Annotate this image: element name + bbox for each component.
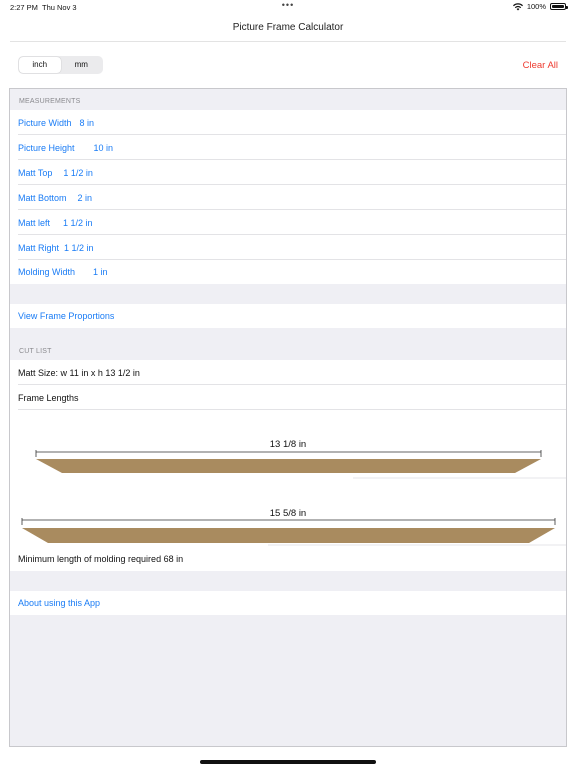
cut-list-section-header: CUT LIST [19,348,52,355]
measurement-row-matt-top[interactable]: Matt Top 1 1/2 in [10,160,566,185]
about-link[interactable]: About using this App [18,598,100,608]
minimum-length-row: Minimum length of molding required 68 in [10,546,566,571]
measurement-label: Matt Top [18,167,53,178]
home-indicator[interactable] [200,760,376,764]
frame-lengths-row: Frame Lengths [10,385,566,410]
measurement-value: 1 1/2 in [64,242,94,253]
frame-diagram-svg: 13 1/8 in 15 5/8 in [21,439,566,546]
frame-piece-2-length-label: 15 5/8 in [270,508,306,519]
measurement-row-matt-left[interactable]: Matt left 1 1/2 in [10,210,566,235]
multitasking-dots-icon[interactable]: ••• [0,0,576,10]
wifi-icon [512,2,523,10]
frame-piece-1: 13 1/8 in [35,439,566,479]
table-view: MEASUREMENTS Picture Width 8 in Picture … [9,88,567,747]
measurement-label: Matt left [18,217,51,228]
molding-piece-2 [22,528,555,543]
measurement-value: 2 in [77,192,93,203]
measurement-value: 1 1/2 in [63,217,93,228]
view-frame-proportions-row[interactable]: View Frame Proportions [10,304,566,328]
unit-option-mm[interactable]: mm [61,57,103,73]
measurement-value: 1 in [93,267,108,277]
frame-piece-1-length-label: 13 1/8 in [270,439,306,450]
unit-segmented-control[interactable]: inch mm [18,56,103,74]
measurements-section-header: MEASUREMENTS [19,98,81,105]
view-frame-proportions-link[interactable]: View Frame Proportions [18,311,114,321]
status-bar: 2:27 PM Thu Nov 3 ••• 100% [0,0,576,14]
matt-size-row: Matt Size: w 11 in x h 13 1/2 in [10,360,566,385]
measurement-row-molding-width[interactable]: Molding Width 1 in [10,260,566,284]
unit-option-inch[interactable]: inch [19,57,61,73]
measurement-label: Picture Width [18,117,72,128]
measurement-label: Matt Bottom [18,192,67,203]
battery-fill [552,5,564,8]
measurement-value: 10 in [93,142,114,153]
frame-piece-2: 15 5/8 in [21,508,566,546]
molding-piece-1 [36,459,541,473]
measurement-label: Molding Width [18,267,76,277]
measurement-row-picture-height[interactable]: Picture Height 10 in [10,135,566,160]
measurement-label: Picture Height [18,142,75,153]
measurement-row-picture-width[interactable]: Picture Width 8 in [10,110,566,135]
measurement-value: 1 1/2 in [63,167,93,178]
about-row[interactable]: About using this App [10,591,566,615]
minimum-length-text: Minimum length of molding required 68 in [18,553,184,564]
measurement-value: 8 in [79,117,95,128]
matt-size-text: Matt Size: w 11 in x h 13 1/2 in [18,367,140,378]
clear-all-button[interactable]: Clear All [523,60,558,71]
nav-divider [10,41,566,42]
status-right: 100% [512,2,568,11]
frame-lengths-diagram: 13 1/8 in 15 5/8 in [10,410,566,546]
battery-percent: 100% [526,2,546,11]
measurement-label: Matt Right [18,242,60,253]
page-title: Picture Frame Calculator [232,22,344,33]
measurement-row-matt-bottom[interactable]: Matt Bottom 2 in [10,185,566,210]
measurement-row-matt-right[interactable]: Matt Right 1 1/2 in [10,235,566,260]
frame-lengths-label: Frame Lengths [18,392,79,403]
battery-icon [550,3,568,10]
